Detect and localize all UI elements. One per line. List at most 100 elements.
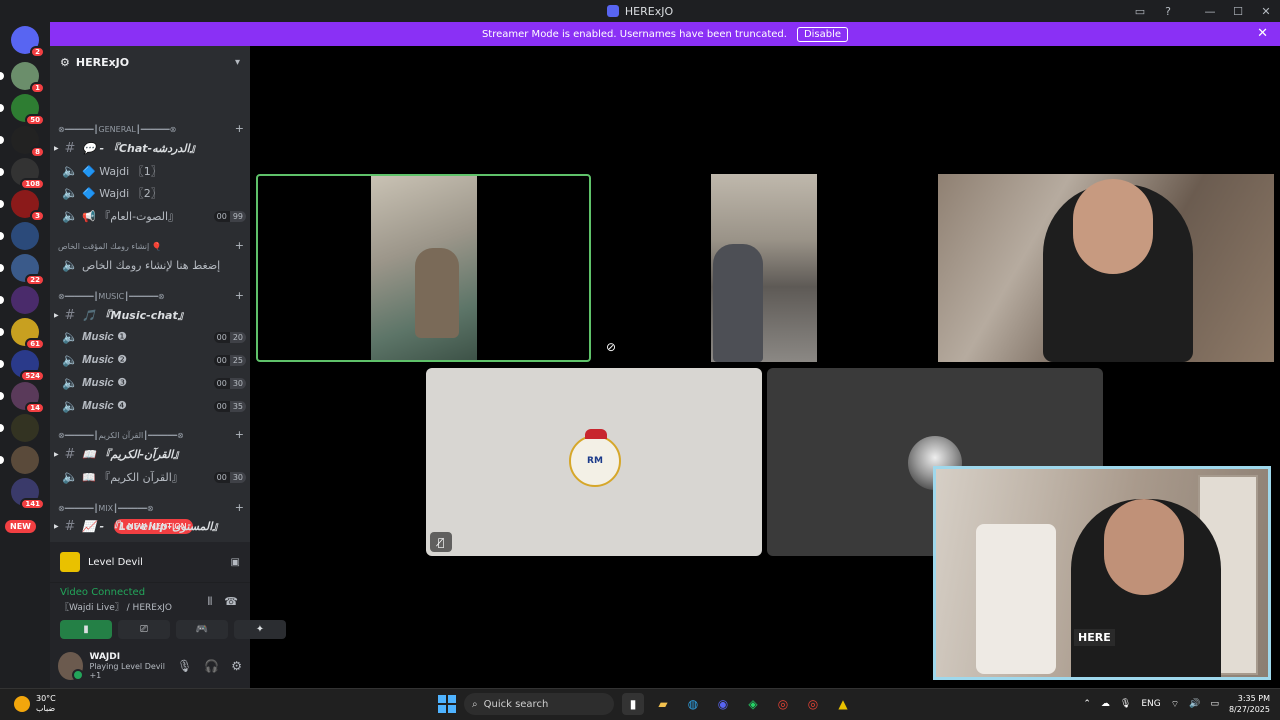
add-channel-icon[interactable]: +	[235, 290, 244, 301]
stream-game-icon[interactable]: ▣	[231, 557, 240, 568]
server-icon[interactable]: 141	[11, 478, 45, 510]
unread-indicator: ▶	[54, 522, 59, 530]
volume-icon[interactable]: 🔊	[1189, 699, 1200, 709]
text-channel[interactable]: ▶ # 📈 - 『Levelup-المستوى』	[54, 516, 246, 536]
server-icon[interactable]: 14	[0, 382, 45, 414]
server-icon[interactable]: 22	[0, 254, 45, 286]
channel-category[interactable]: ⊗━━━━━━┃MUSIC┃━━━━━━⊗ +	[58, 290, 244, 301]
help-icon[interactable]: ?	[1154, 5, 1182, 18]
close-banner-icon[interactable]: ✕	[1257, 26, 1268, 41]
network-icon[interactable]: ⌔	[1171, 699, 1179, 710]
add-channel-icon[interactable]: +	[235, 123, 244, 134]
channel-name: 💬 - 『Chat-الدردشه』	[82, 142, 201, 155]
voice-channel[interactable]: 🔈 إضغط هنا لإنشاء رومك الخاص	[54, 255, 246, 275]
new-unreads-pill[interactable]: NEW	[5, 520, 36, 533]
server-icon[interactable]	[0, 286, 39, 314]
onedrive-icon[interactable]: ☁	[1101, 699, 1110, 709]
chrome-icon-2[interactable]: ◎	[802, 693, 824, 715]
headphones-icon[interactable]: 🎧	[204, 659, 219, 673]
server-icon[interactable]: 3	[0, 190, 45, 222]
add-channel-icon[interactable]: +	[235, 240, 244, 251]
server-icon[interactable]: 8	[0, 126, 45, 158]
discord-icon[interactable]: ◉	[712, 693, 734, 715]
chevron-down-icon[interactable]: ▾	[235, 57, 240, 68]
voice-channel[interactable]: 🔈 📖 『القرآن الكريم』 00 30	[54, 467, 246, 487]
maximize-button[interactable]: ☐	[1224, 5, 1252, 18]
close-window-button[interactable]: ✕	[1252, 5, 1280, 18]
server-icon[interactable]: 61	[0, 318, 45, 350]
activities-button[interactable]: 🎮	[176, 620, 228, 639]
language-indicator[interactable]: ENG	[1141, 699, 1160, 709]
task-view-icon[interactable]: ▮	[622, 693, 644, 715]
level-devil-icon[interactable]: ▲	[832, 693, 854, 715]
screen-share-button[interactable]: ⎚	[118, 620, 170, 639]
user-limit-badge: 00 35	[213, 400, 246, 412]
voice-channel[interactable]: 🔈 𝑴𝒖𝒔𝒊𝒄 ❹ 00 35	[54, 396, 246, 416]
channel-category[interactable]: ⊗━━━━━━┃GENERAL┃━━━━━━⊗ +	[58, 123, 244, 134]
search-icon: ⌕	[472, 698, 478, 710]
channel-category[interactable]: ⊗━━━━━━┃القرآن الكريم┃━━━━━━⊗ +	[58, 429, 244, 440]
voice-connection-panel: Video Connected 〖Wajdi Live〗 / HERExJO ⦀…	[50, 582, 286, 644]
video-tile-3[interactable]	[938, 174, 1274, 362]
server-icon[interactable]: 50	[0, 94, 45, 126]
person-face	[1073, 179, 1153, 274]
voice-channel[interactable]: 🔈 🔷 Wajdi 〖2〗	[54, 183, 246, 203]
activity-panel[interactable]: Level Devil ▣	[50, 542, 250, 582]
game-icon	[60, 552, 80, 572]
clock-date: 8/27/2025	[1228, 705, 1270, 714]
chevron-up-icon[interactable]: ⌃	[1083, 699, 1091, 709]
mic-icon[interactable]: 🎙	[177, 659, 192, 673]
server-icon[interactable]	[0, 222, 39, 250]
server-icon[interactable]	[0, 446, 39, 474]
whatsapp-icon[interactable]: ◈	[742, 693, 764, 715]
voice-channel[interactable]: 🔈 𝑴𝒖𝒔𝒊𝒄 ❸ 00 30	[54, 373, 246, 393]
inbox-icon[interactable]: ▭	[1126, 5, 1154, 18]
server-icon[interactable]: 524	[0, 350, 45, 382]
minimize-button[interactable]: —	[1196, 5, 1224, 18]
video-tile-1[interactable]	[256, 174, 591, 362]
user-limit-badge: 00 20	[213, 331, 246, 343]
voice-channel[interactable]: 🔈 🔷 Wajdi 〖1〗	[54, 161, 246, 181]
file-explorer-icon[interactable]: ▰	[652, 693, 674, 715]
disable-streamer-mode-button[interactable]: Disable	[796, 26, 849, 42]
video-tile-4[interactable]: RM 🎙̸	[426, 368, 762, 556]
chrome-icon[interactable]: ◎	[772, 693, 794, 715]
add-channel-icon[interactable]: +	[235, 429, 244, 440]
soundboard-button[interactable]: ✦	[234, 620, 286, 639]
avatar[interactable]	[58, 652, 85, 681]
voice-channel[interactable]: 🔈 𝑴𝒖𝒔𝒊𝒄 ❶ 00 20	[54, 327, 246, 347]
video-tile-2[interactable]	[711, 174, 817, 362]
unread-indicator: ▶	[54, 450, 59, 458]
unread-pip	[0, 200, 4, 208]
disconnect-icon[interactable]: ☎	[224, 595, 238, 609]
voice-channel[interactable]: 🔈 𝑴𝒖𝒔𝒊𝒄 ❷ 00 25	[54, 350, 246, 370]
user-limit-value: 35	[229, 400, 246, 412]
start-button[interactable]	[438, 695, 456, 713]
edge-icon[interactable]: ◍	[682, 693, 704, 715]
server-icon[interactable]: 2	[11, 26, 45, 58]
text-channel[interactable]: ▶ # 💬 - 『Chat-الدردشه』	[54, 138, 246, 158]
battery-icon[interactable]: ▭	[1210, 699, 1219, 709]
channel-name: 📖 『القرآن الكريم』	[82, 471, 183, 484]
channel-category[interactable]: إنشاء رومك المؤقت الخاص 🎈 +	[58, 240, 244, 251]
channel-category[interactable]: ⊗━━━━━━┃MIX┃━━━━━━⊗ +	[58, 502, 244, 513]
guild-header[interactable]: ⚙ HERExJO ▾	[50, 46, 250, 78]
user-limit-badge: 00 30	[213, 471, 246, 483]
unread-pip	[0, 424, 4, 432]
voice-channel[interactable]: 🔈 📢 『الصوت-العام』 00 99	[54, 206, 246, 226]
microphone-icon[interactable]: 🎙	[1120, 699, 1131, 709]
taskbar-search[interactable]: ⌕ Quick search	[464, 693, 614, 715]
add-channel-icon[interactable]: +	[235, 502, 244, 513]
server-icon[interactable]	[0, 414, 39, 442]
weather-widget[interactable]: 30°C ضباب	[14, 694, 56, 714]
camera-button[interactable]: ▮	[60, 620, 112, 639]
title-bar: HERExJO ▭ ? — ☐ ✕	[0, 0, 1280, 22]
settings-gear-icon[interactable]: ⚙	[231, 659, 242, 673]
noise-suppression-icon[interactable]: ⦀	[207, 595, 212, 609]
text-channel[interactable]: ▶ # 📖 『القرآن-الكريم』	[54, 444, 246, 464]
server-icon[interactable]: 1	[0, 62, 45, 94]
server-icon[interactable]: 108	[0, 158, 45, 190]
category-label: ⊗━━━━━━┃MIX┃━━━━━━⊗	[58, 504, 154, 513]
clock[interactable]: 3:35 PM 8/27/2025	[1229, 693, 1270, 715]
text-channel[interactable]: ▶ # 🎵 『Music-chat』	[54, 305, 246, 325]
